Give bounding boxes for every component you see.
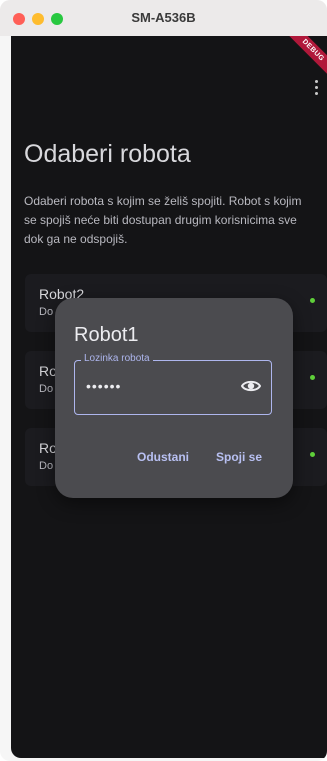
title-bar: SM-A536B <box>0 0 327 36</box>
app-window: SM-A536B DEBUG Odaberi robota Odaberi ro… <box>0 0 327 761</box>
dialog-title: Robot1 <box>74 324 139 346</box>
online-indicator-icon <box>310 298 315 303</box>
page-description: Odaberi robota s kojim se želiš spojiti.… <box>24 194 302 246</box>
window-title: SM-A536B <box>131 10 196 25</box>
robot-status: Do <box>39 383 54 395</box>
robot-status: Do <box>39 306 54 318</box>
password-value[interactable]: •••••• <box>86 378 121 394</box>
debug-banner: DEBUG <box>280 36 327 84</box>
password-field[interactable]: Lozinka robota •••••• <box>74 353 272 415</box>
robot-status: Do <box>39 460 54 472</box>
password-field-label: Lozinka robota <box>81 353 153 364</box>
dialog-actions: Odustani Spoji se <box>55 450 293 470</box>
device-screen: DEBUG Odaberi robota Odaberi robota s ko… <box>11 36 327 758</box>
password-dialog: Robot1 Lozinka robota •••••• Odustani Sp… <box>55 298 293 498</box>
online-indicator-icon <box>310 452 315 457</box>
page-title: Odaberi robota <box>24 140 191 168</box>
connect-button[interactable]: Spoji se <box>216 450 262 464</box>
cancel-button[interactable]: Odustani <box>137 450 189 464</box>
online-indicator-icon <box>310 375 315 380</box>
visibility-eye-icon[interactable] <box>240 379 262 393</box>
more-vert-icon[interactable] <box>313 80 319 98</box>
